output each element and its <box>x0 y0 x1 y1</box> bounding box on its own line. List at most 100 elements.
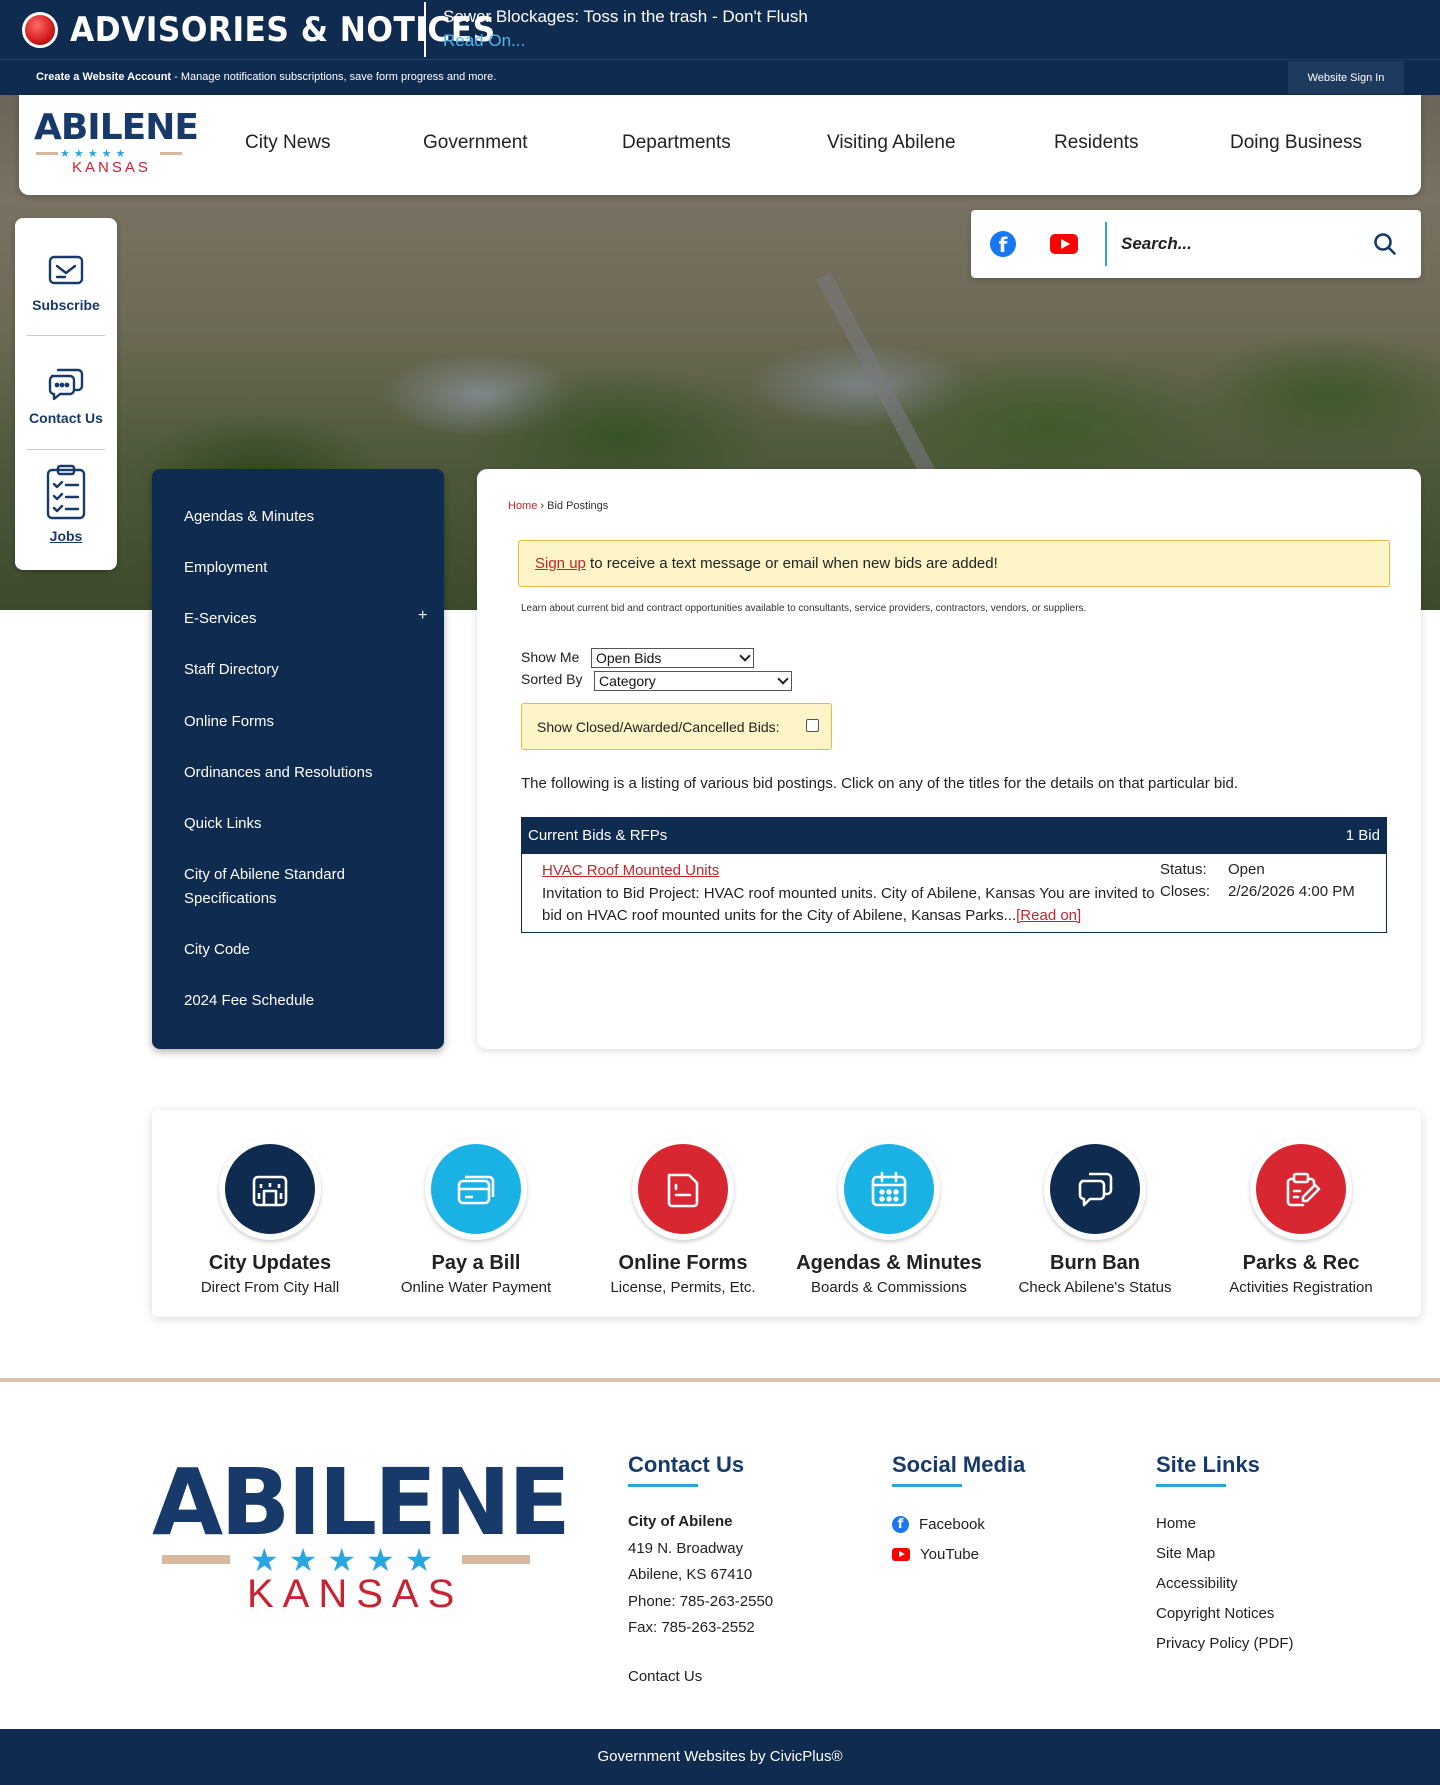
footer-link-copyright[interactable]: Copyright Notices <box>1156 1599 1294 1629</box>
bids-table-title: Current Bids & RFPs <box>528 827 668 844</box>
quick-link-badge <box>425 1138 527 1240</box>
footer-youtube-link[interactable]: YouTube <box>892 1539 1025 1569</box>
chat-icon <box>46 364 86 404</box>
breadcrumb-current: Bid Postings <box>547 500 609 512</box>
youtube-icon[interactable] <box>1050 234 1078 254</box>
quick-link-city-updates[interactable]: City Updates Direct From City Hall <box>170 1138 370 1296</box>
bid-description: Invitation to Bid Project: HVAC roof mou… <box>542 883 1157 927</box>
sorted-by-value: Category <box>599 673 656 689</box>
form-icon <box>667 1173 699 1208</box>
bid-status-label: Status: <box>1160 861 1207 878</box>
advisory-divider <box>424 2 426 57</box>
quick-link-subtitle: Direct From City Hall <box>200 1279 340 1296</box>
quick-link-pay-a-bill[interactable]: Pay a Bill Online Water Payment <box>376 1138 576 1296</box>
heading-underline <box>1156 1484 1226 1487</box>
side-item-fee-schedule[interactable]: 2024 Fee Schedule <box>184 989 414 1013</box>
breadcrumb: Home › Bid Postings <box>508 500 608 512</box>
youtube-icon <box>892 1547 910 1561</box>
footer-contact-link[interactable]: Contact Us <box>628 1664 773 1691</box>
footer-link-accessibility[interactable]: Accessibility <box>1156 1569 1294 1599</box>
advisory-title[interactable]: ADVISORIES & NOTICES <box>70 10 496 50</box>
side-item-standard-specifications[interactable]: City of Abilene Standard Specifications <box>184 863 414 911</box>
footer-site-links-heading: Site Links <box>1156 1452 1260 1477</box>
website-sign-in-button[interactable]: Website Sign In <box>1288 61 1404 94</box>
footer-org: City of Abilene <box>628 1513 733 1530</box>
nav-doing-business[interactable]: Doing Business <box>1230 132 1362 154</box>
nav-residents[interactable]: Residents <box>1054 132 1139 154</box>
breadcrumb-home[interactable]: Home <box>508 500 537 512</box>
advisory-message[interactable]: Sewer Blockages: Toss in the trash - Don… <box>443 7 808 27</box>
footer-fax: Fax: 785-263-2552 <box>628 1619 755 1636</box>
nav-departments[interactable]: Departments <box>622 132 731 154</box>
quick-link-title: Online Forms <box>618 1252 748 1274</box>
side-item-ordinances[interactable]: Ordinances and Resolutions <box>184 761 414 785</box>
bid-closes-value: 2/26/2026 4:00 PM <box>1228 883 1355 900</box>
signup-link[interactable]: Sign up <box>535 555 586 572</box>
facebook-icon: f <box>892 1515 909 1533</box>
bottom-bar: Government Websites by CivicPlus® <box>0 1729 1440 1785</box>
side-item-online-forms[interactable]: Online Forms <box>184 710 414 734</box>
nav-government[interactable]: Government <box>423 132 528 154</box>
quick-contact-label: Contact Us <box>29 410 103 426</box>
side-item-employment[interactable]: Employment <box>184 556 414 580</box>
side-menu: Agendas & Minutes Employment E-Services … <box>152 469 444 1049</box>
listing-text: The following is a listing of various bi… <box>521 775 1239 792</box>
quick-link-title: City Updates <box>208 1252 332 1274</box>
footer-link-site-map[interactable]: Site Map <box>1156 1539 1294 1569</box>
quick-link-title: Parks & Rec <box>1242 1252 1360 1274</box>
bid-read-on-link[interactable]: [Read on] <box>1016 907 1081 924</box>
footer-address-line1: 419 N. Broadway <box>628 1539 744 1557</box>
quick-contact-us[interactable]: Contact Us <box>15 364 117 426</box>
footer-logo-name: ABILENE <box>152 1449 571 1556</box>
quick-link-online-forms[interactable]: Online Forms License, Permits, Etc. <box>583 1138 783 1296</box>
footer-address-line2: Abilene, KS 67410 <box>628 1566 753 1583</box>
quick-link-agendas-minutes[interactable]: Agendas & Minutes Boards & Commissions <box>789 1138 989 1296</box>
civicplus-link[interactable]: Government Websites by CivicPlus® <box>597 1748 842 1765</box>
footer-link-privacy[interactable]: Privacy Policy (PDF) <box>1156 1629 1294 1659</box>
chevron-down-icon <box>739 650 751 662</box>
footer-phone: Phone: 785-263-2550 <box>628 1592 774 1610</box>
search-icon[interactable] <box>1373 232 1397 256</box>
nav-city-news[interactable]: City News <box>245 132 331 154</box>
quick-link-badge <box>632 1138 734 1240</box>
quick-link-burn-ban[interactable]: Burn Ban Check Abilene's Status <box>995 1138 1195 1296</box>
quick-jobs[interactable]: Jobs <box>15 464 117 544</box>
envelope-icon <box>46 251 86 291</box>
side-item-city-code[interactable]: City Code <box>184 938 414 962</box>
chat-bubbles-icon <box>1078 1172 1113 1207</box>
footer-link-home[interactable]: Home <box>1156 1509 1294 1539</box>
breadcrumb-separator: › <box>540 500 545 512</box>
show-closed-checkbox[interactable] <box>806 719 819 732</box>
quick-link-parks-rec[interactable]: Parks & Rec Activities Registration <box>1201 1138 1401 1296</box>
create-account-text: Create a Website Account - Manage notifi… <box>36 71 496 83</box>
quick-link-badge <box>219 1138 321 1240</box>
footer-facebook-link[interactable]: f Facebook <box>892 1509 1025 1539</box>
side-item-quick-links[interactable]: Quick Links <box>184 812 414 836</box>
show-me-select[interactable]: Open Bids <box>591 648 754 668</box>
footer-social-heading: Social Media <box>892 1452 1026 1477</box>
bid-title-link[interactable]: HVAC Roof Mounted Units <box>542 862 719 879</box>
checklist-icon <box>45 464 87 522</box>
show-closed-filter: Show Closed/Awarded/Cancelled Bids: <box>521 703 832 750</box>
quick-link-subtitle: License, Permits, Etc. <box>610 1279 756 1296</box>
facebook-icon[interactable]: f <box>990 231 1016 257</box>
nav-visiting-abilene[interactable]: Visiting Abilene <box>827 132 956 154</box>
quick-subscribe[interactable]: Subscribe <box>15 251 117 313</box>
show-me-value: Open Bids <box>596 650 662 666</box>
footer-logo[interactable]: ABILENE ★★★★★ KANSAS <box>152 1435 571 1617</box>
side-item-staff-directory[interactable]: Staff Directory <box>184 658 414 682</box>
create-account-link[interactable]: Create a Website Account <box>36 71 171 83</box>
advisory-read-on-link[interactable]: Read On... <box>443 31 525 51</box>
sorted-by-select[interactable]: Category <box>594 671 792 691</box>
quick-access-bar: Subscribe Contact Us Jobs <box>15 218 117 570</box>
expand-icon[interactable]: + <box>418 607 427 625</box>
footer-logo-state: KANSAS <box>247 1572 464 1616</box>
footer-youtube-label: YouTube <box>920 1545 979 1563</box>
footer-site-links: Site Links Home Site Map Accessibility C… <box>1156 1452 1294 1659</box>
side-item-agendas-minutes[interactable]: Agendas & Minutes <box>184 505 414 529</box>
quick-link-subtitle: Check Abilene's Status <box>1018 1279 1172 1296</box>
bids-table: Current Bids & RFPs 1 Bid HVAC Roof Moun… <box>521 817 1387 933</box>
footer-contact-heading: Contact Us <box>628 1452 745 1477</box>
search-input[interactable] <box>1121 228 1351 260</box>
side-item-e-services[interactable]: E-Services <box>184 607 414 631</box>
